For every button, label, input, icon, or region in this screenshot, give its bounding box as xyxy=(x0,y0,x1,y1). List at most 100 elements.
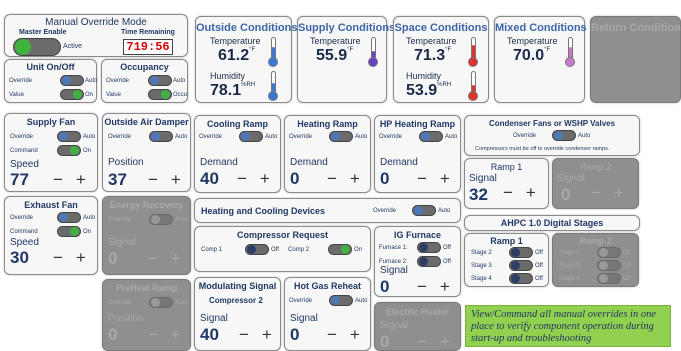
speed-label: Speed xyxy=(10,159,39,170)
modulating-signal-title: Modulating Signal xyxy=(198,281,277,291)
auto-label: Auto xyxy=(445,134,458,140)
override-label: Override xyxy=(108,134,132,140)
condenser-override-toggle[interactable] xyxy=(552,130,576,141)
manual-override-title: Manual Override Mode xyxy=(45,17,147,28)
ig-furnace-title: IG Furnace xyxy=(393,230,441,240)
time-remaining-label: Time Remaining xyxy=(121,29,175,36)
reheat-override-toggle[interactable] xyxy=(329,295,353,306)
cooling-ramp-title: Cooling Ramp xyxy=(207,119,268,129)
signal-stepper[interactable]: −+ xyxy=(327,325,373,345)
exhaust-fan-command-toggle[interactable] xyxy=(57,226,81,237)
signal-stepper[interactable]: −+ xyxy=(417,277,463,297)
override-label: Override xyxy=(289,134,313,140)
thermometer-icon xyxy=(268,37,278,67)
stage4-toggle[interactable] xyxy=(509,273,533,284)
demand-stepper[interactable]: −+ xyxy=(237,169,283,189)
ramp1-stepper[interactable]: −+ xyxy=(503,183,549,203)
override-label: Override xyxy=(106,78,130,84)
demand-stepper[interactable]: −+ xyxy=(327,169,373,189)
comp2-toggle[interactable] xyxy=(328,244,352,255)
mixed-temp-value: 70.0°F xyxy=(513,47,551,64)
auto-label: Auto xyxy=(578,133,591,139)
off-label: Off xyxy=(535,250,543,256)
modulating-signal-value: 40 xyxy=(200,325,219,344)
heating-ramp-title: Heating Ramp xyxy=(297,119,358,129)
position-stepper[interactable]: −+ xyxy=(148,170,194,190)
space-conditions-title: Space Conditions xyxy=(394,22,488,34)
signal-label: Signal xyxy=(380,320,408,331)
auto-label: Auto xyxy=(83,134,96,140)
auto-label: Auto xyxy=(83,215,96,221)
stage3-label: Stage 3 xyxy=(559,263,580,269)
auto-label: Auto xyxy=(85,78,98,84)
ahpc-title: AHPC 1.0 Digital Stages xyxy=(500,218,604,228)
modulating-signal-panel: Modulating Signal Compressor 2 Signal 40… xyxy=(194,277,281,351)
ramp1-title: Ramp 1 xyxy=(490,162,523,172)
humidity-icon xyxy=(468,71,478,101)
speed-stepper[interactable]: −+ xyxy=(53,170,99,190)
thermometer-icon xyxy=(368,37,378,67)
auto-label: Auto xyxy=(173,78,186,84)
ramp2-title: Ramp 2 xyxy=(579,236,612,246)
cooling-override-toggle[interactable] xyxy=(239,131,263,142)
damper-override-toggle[interactable] xyxy=(149,131,173,142)
stage2-toggle xyxy=(597,247,621,258)
preheat-ramp-title: PreHeat Ramp xyxy=(115,283,178,293)
ramp2-stepper: −+ xyxy=(591,183,637,202)
position-label: Position xyxy=(108,313,144,324)
supply-fan-override-toggle[interactable] xyxy=(57,131,81,142)
info-note: View/Command all manual overrides in one… xyxy=(465,305,671,347)
unit-override-toggle[interactable] xyxy=(60,75,84,86)
auto-label: Auto xyxy=(355,134,368,140)
demand-stepper[interactable]: −+ xyxy=(417,169,463,189)
unit-value-toggle[interactable] xyxy=(60,89,84,100)
heating-override-toggle[interactable] xyxy=(329,131,353,142)
manual-override-panel: Manual Override Mode Master Enable Time … xyxy=(4,14,188,57)
ahpc-ramp2-panel: Ramp 2 Stage 2 Off Stage 3 Off Stage 4 O… xyxy=(552,233,639,287)
signal-label: Signal xyxy=(380,265,408,276)
ahpc-ramp1-panel: Ramp 1 Stage 2 Off Stage 3 Off Stage 4 O… xyxy=(464,233,549,287)
devices-override-toggle[interactable] xyxy=(412,205,436,216)
return-conditions-panel: Return Conditions xyxy=(590,16,681,103)
position-label: Position xyxy=(108,157,144,168)
stage2-toggle[interactable] xyxy=(509,247,533,258)
master-enable-toggle[interactable] xyxy=(13,38,61,56)
comp1-toggle[interactable] xyxy=(245,244,269,255)
auto-label: Auto xyxy=(175,134,188,140)
command-label: Command xyxy=(10,148,38,154)
supply-conditions-title: Supply Conditions xyxy=(298,22,396,34)
furnace2-toggle[interactable] xyxy=(417,256,441,267)
hp-heating-override-toggle[interactable] xyxy=(419,131,443,142)
reheat-signal-value: 0 xyxy=(290,325,300,344)
override-label: Override xyxy=(373,208,397,214)
command-label: Command xyxy=(10,229,38,235)
override-label: Override xyxy=(379,134,403,140)
exhaust-fan-override-toggle[interactable] xyxy=(57,212,81,223)
off-label: Off xyxy=(443,245,451,251)
signal-label: Signal xyxy=(557,173,585,184)
override-label: Override xyxy=(108,300,132,306)
timer-display: 719:56 xyxy=(123,39,173,55)
thermometer-icon xyxy=(565,37,575,67)
heat-cool-devices-title: Heating and Cooling Devices xyxy=(201,206,326,216)
condenser-ramp2-panel: Ramp 2 Signal 0 −+ xyxy=(552,158,639,209)
mixed-conditions-panel: Mixed Conditions Temperature 70.0°F xyxy=(494,16,587,103)
occupancy-value-toggle[interactable] xyxy=(148,89,172,100)
preheat-override-toggle xyxy=(149,297,173,308)
ramp1-title: Ramp 1 xyxy=(490,236,523,246)
supply-fan-panel: Supply Fan Override Auto Command On Spee… xyxy=(4,113,98,192)
active-label: Active xyxy=(63,43,83,50)
signal-stepper[interactable]: −+ xyxy=(239,325,285,345)
space-temp-value: 71.3°F xyxy=(414,47,452,64)
demand-label: Demand xyxy=(380,157,418,168)
hp-heating-ramp-title: HP Heating Ramp xyxy=(379,119,456,129)
energy-recovery-signal-value: 0 xyxy=(108,249,118,268)
energy-recovery-title: Energy Recovery xyxy=(109,200,184,210)
speed-stepper[interactable]: −+ xyxy=(53,248,99,268)
furnace1-toggle[interactable] xyxy=(417,242,441,253)
outside-humidity-value: 78.1%RH xyxy=(210,82,256,99)
supply-fan-command-toggle[interactable] xyxy=(57,145,81,156)
override-label: Override xyxy=(10,215,34,221)
stage3-toggle[interactable] xyxy=(509,260,533,271)
occupancy-override-toggle[interactable] xyxy=(148,75,172,86)
